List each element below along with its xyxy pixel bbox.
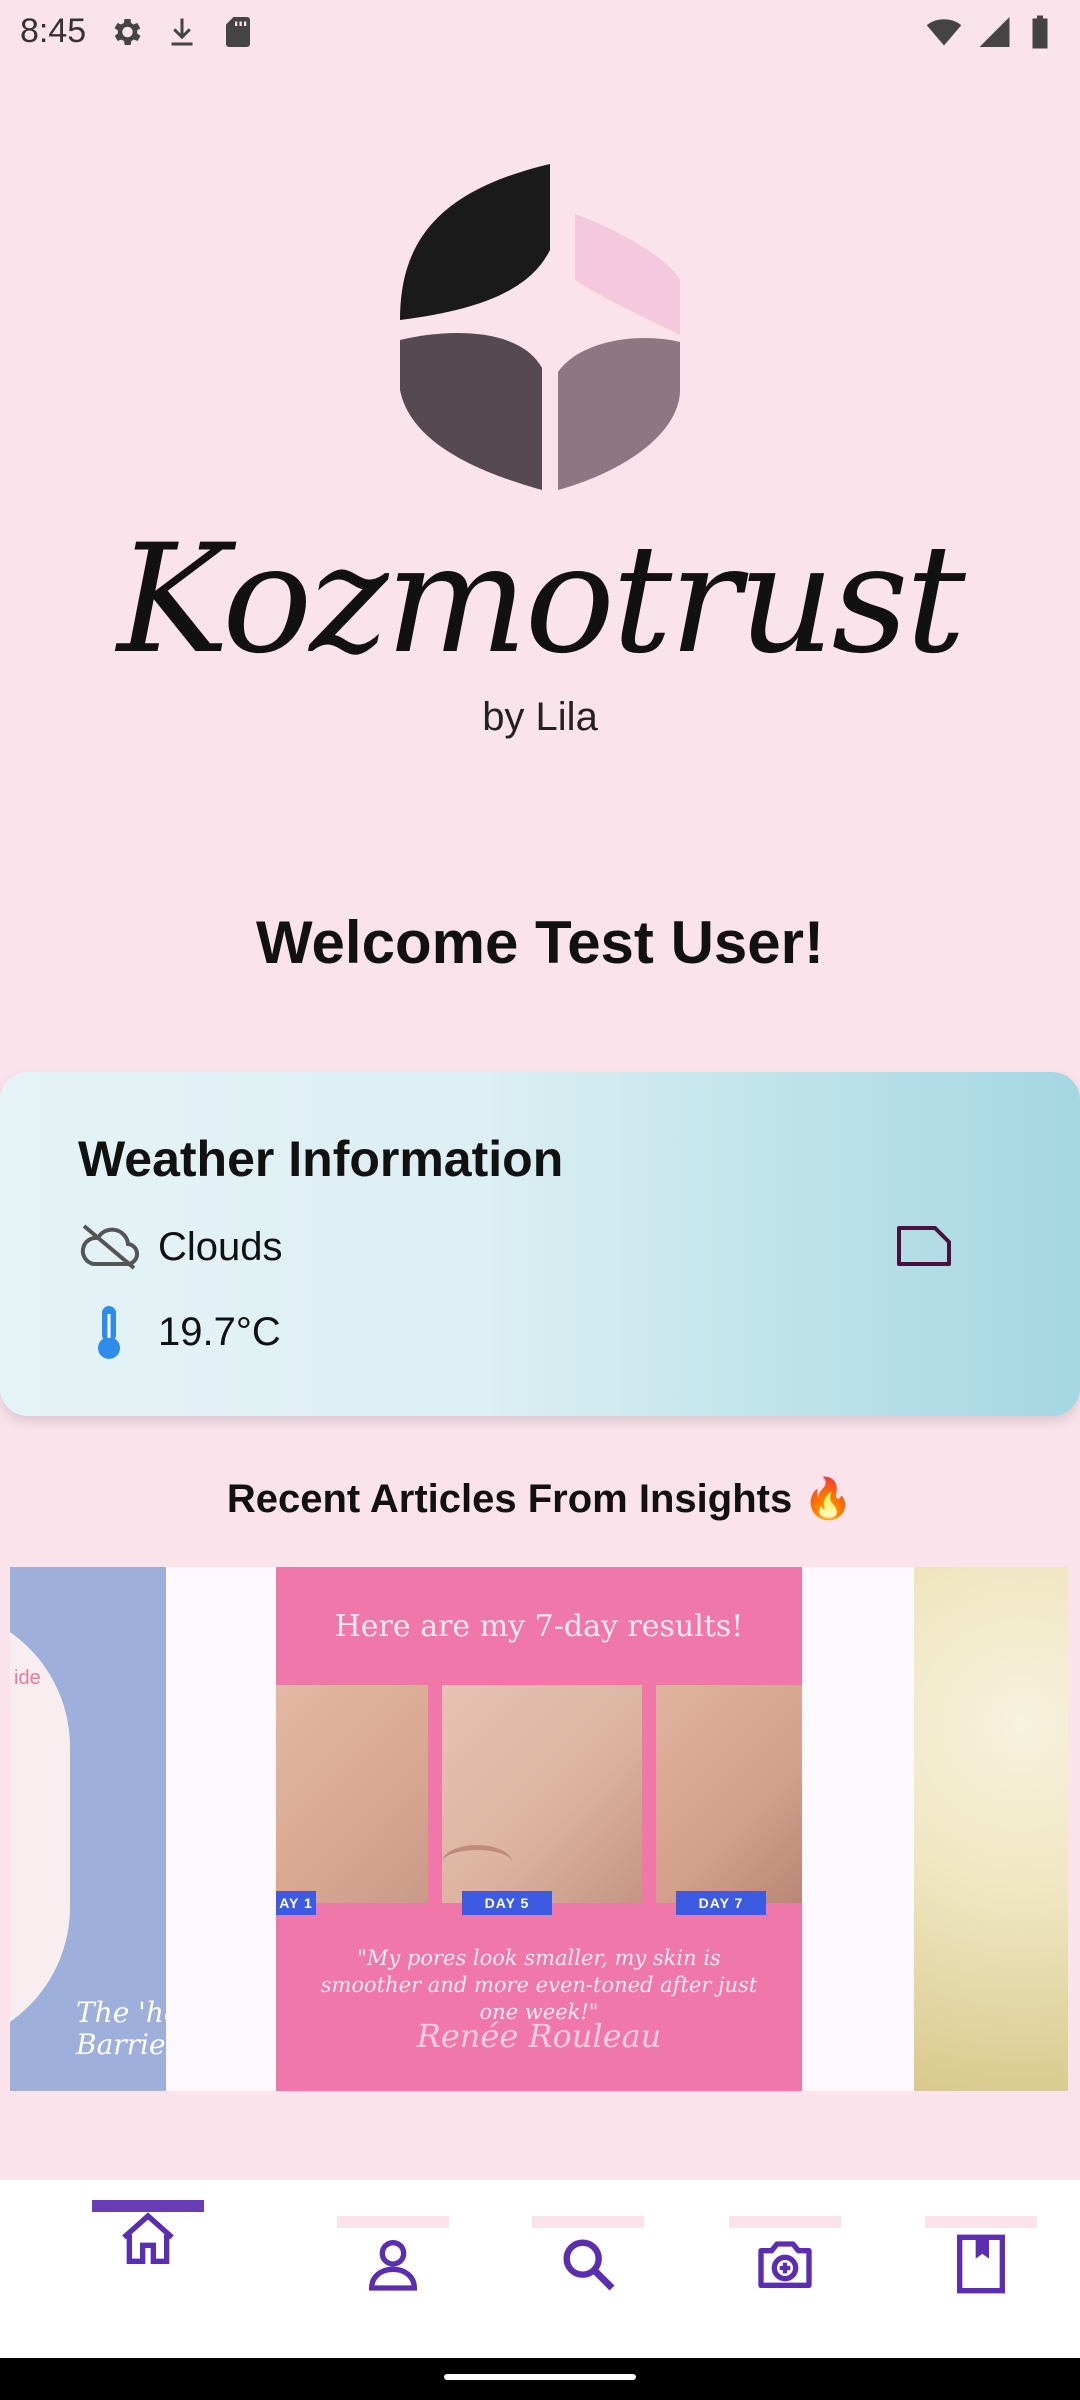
day-label: DAY 7 [676, 1891, 766, 1915]
slide-heading: Here are my 7-day results! [334, 1609, 744, 1644]
wifi-icon [926, 19, 962, 46]
camera-icon [758, 2241, 812, 2288]
battery-icon [1032, 15, 1048, 49]
settings-gear-icon [114, 18, 141, 46]
weather-condition-row: Clouds [78, 1222, 283, 1272]
article-slide-current[interactable]: Here are my 7-day results! AY 1 DAY 5 DA… [276, 1567, 802, 2091]
download-icon [171, 18, 193, 46]
weather-temperature: 19.7°C [158, 1309, 281, 1354]
slide-signature: Renée Rouleau [416, 2017, 662, 2055]
lip-detail [442, 1845, 512, 1880]
article-slide-next[interactable] [914, 1567, 1068, 2091]
label-outline-icon[interactable] [895, 1222, 955, 1270]
logo-petal-top-right [575, 214, 680, 335]
skin-photo-day-7 [656, 1685, 802, 1903]
nav-saved[interactable] [883, 2180, 1079, 2358]
nav-home[interactable] [50, 2180, 246, 2358]
status-time: 8:45 [20, 12, 87, 50]
nav-indicator [532, 2216, 644, 2228]
day-label: DAY 5 [462, 1891, 552, 1915]
home-gesture-handle[interactable] [444, 2374, 636, 2380]
logo-petal-bottom-right [558, 337, 680, 490]
day-label: AY 1 [276, 1891, 316, 1915]
sd-card-icon [226, 17, 250, 47]
skin-photo-day-1 [276, 1685, 428, 1903]
nav-search[interactable] [490, 2180, 686, 2358]
slide-partial-text-bottom: The 'hov Barrier [76, 1996, 166, 2061]
article-slide-previous[interactable]: ide The 'hov Barrier [10, 1567, 166, 2091]
thermometer-icon [98, 1306, 120, 1359]
nav-indicator [337, 2216, 449, 2228]
kozmotrust-logo [400, 164, 680, 490]
nav-profile[interactable] [295, 2180, 491, 2358]
nav-camera[interactable] [687, 2180, 883, 2358]
app-name: Kozmotrust [117, 513, 966, 687]
system-gesture-bar [0, 2358, 1080, 2400]
recent-articles-title: Recent Articles From Insights 🔥 [226, 1477, 854, 1521]
logo-petal-bottom-left [400, 333, 542, 490]
app-byline: by Lila [482, 695, 598, 739]
status-icons-left [108, 14, 256, 50]
slide-quote: "My pores look smaller, my skin is smoot… [320, 1946, 758, 2024]
bottom-navigation [0, 2180, 1080, 2358]
status-bar: 8:45 [0, 0, 1080, 64]
weather-card: Weather Information Clouds 19.7°C [0, 1072, 1080, 1416]
logo-petal-top-left [400, 164, 550, 320]
nav-indicator [729, 2216, 841, 2228]
home-icon [122, 2212, 174, 2264]
welcome-heading: Welcome Test User! [256, 909, 824, 976]
weather-condition: Clouds [158, 1224, 283, 1269]
skin-photo-day-5 [442, 1685, 642, 1903]
nav-indicator [925, 2216, 1037, 2228]
weather-temperature-row: 19.7°C [78, 1304, 281, 1360]
search-icon [563, 2239, 615, 2291]
person-icon [368, 2240, 418, 2291]
cell-signal-icon [979, 17, 1010, 47]
weather-title: Weather Information [78, 1131, 564, 1187]
status-icons-right [924, 14, 1052, 50]
articles-carousel[interactable]: ide The 'hov Barrier Here are my 7-day r… [10, 1567, 1068, 2091]
cloud-off-icon [80, 1224, 139, 1270]
bookmark-icon [957, 2234, 1005, 2294]
slide-partial-text-top: ide [14, 1667, 41, 1689]
